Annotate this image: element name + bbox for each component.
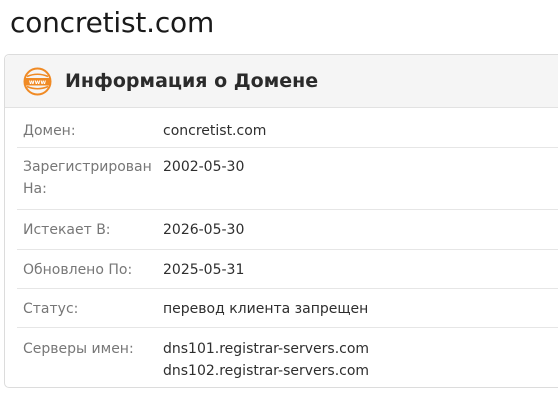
registered-value: 2002-05-30 — [163, 159, 245, 175]
domain-label: Домен: — [23, 123, 76, 139]
status-label: Статус: — [23, 301, 79, 317]
nameserver-1: dns101.registrar-servers.com — [163, 341, 370, 357]
svg-text:www: www — [29, 79, 46, 86]
card-header: www Информация о Домене — [5, 55, 558, 108]
row-divider — [17, 209, 558, 210]
updated-value: 2025-05-31 — [163, 262, 245, 278]
expires-label: Истекает В: — [23, 222, 111, 238]
card-title: Информация о Домене — [65, 70, 319, 92]
expires-value: 2026-05-30 — [163, 222, 245, 238]
status-value: перевод клиента запрещен — [163, 301, 369, 317]
row-divider — [17, 327, 558, 328]
www-globe-icon: www — [23, 67, 52, 96]
page-title: concretist.com — [10, 6, 215, 39]
row-divider — [17, 288, 558, 289]
row-divider — [17, 249, 558, 250]
updated-label: Обновлено По: — [23, 262, 133, 278]
domain-info-card: www Информация о Домене Домен: concretis… — [4, 54, 558, 388]
row-divider — [17, 147, 558, 148]
nameserver-2: dns102.registrar-servers.com — [163, 363, 370, 379]
registered-label: Зарегистрирован На: — [23, 159, 152, 197]
nameservers-label: Серверы имен: — [23, 341, 134, 357]
domain-value: concretist.com — [163, 123, 267, 139]
